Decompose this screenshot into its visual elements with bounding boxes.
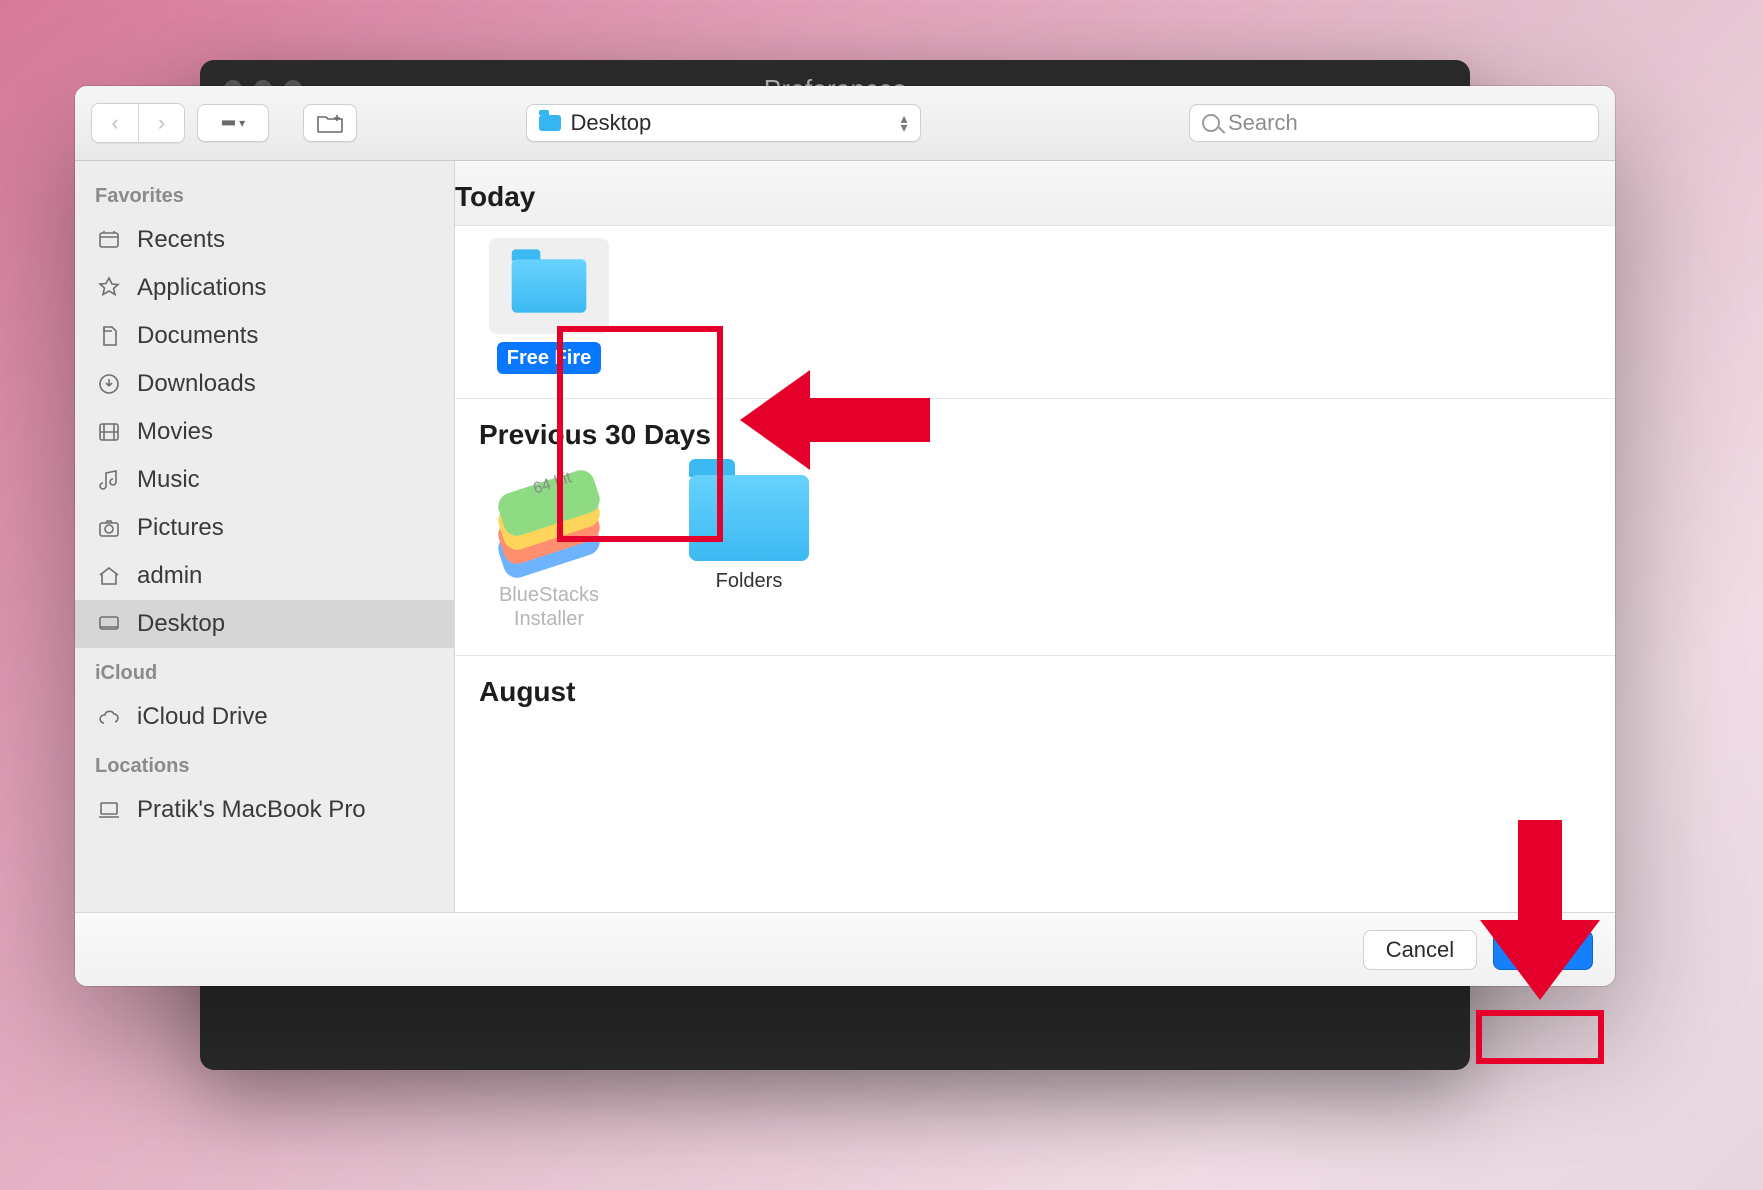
sidebar-item-label: Applications xyxy=(137,274,266,302)
sidebar-item-icloud-drive[interactable]: iCloud Drive xyxy=(75,693,454,741)
music-icon xyxy=(95,468,123,492)
item-free-fire[interactable]: Free Fire xyxy=(479,238,619,374)
chevron-right-icon: › xyxy=(158,110,165,136)
sidebar-item-admin[interactable]: admin xyxy=(75,552,454,600)
download-icon xyxy=(95,372,123,396)
home-icon xyxy=(95,564,123,588)
open-button[interactable]: Open xyxy=(1493,930,1593,970)
section-title: August xyxy=(479,656,1591,720)
sidebar-item-label: Documents xyxy=(137,322,258,350)
cancel-button[interactable]: Cancel xyxy=(1363,930,1477,970)
item-folders[interactable]: Folders xyxy=(679,475,819,631)
search-icon xyxy=(1202,114,1220,132)
item-label: BlueStacks Installer xyxy=(479,583,619,631)
apps-icon xyxy=(95,276,123,300)
new-folder-button[interactable] xyxy=(303,104,357,142)
sidebar-item-mbp[interactable]: Pratik's MacBook Pro xyxy=(75,786,454,834)
sidebar-item-label: Movies xyxy=(137,418,213,446)
sidebar-item-label: Recents xyxy=(137,226,225,254)
sidebar-item-label: Desktop xyxy=(137,610,225,638)
gallery: Today Free Fire Previous 30 Days xyxy=(455,161,1615,912)
sidebar-item-downloads[interactable]: Downloads xyxy=(75,360,454,408)
annotation-box-open xyxy=(1476,1010,1604,1064)
sidebar-item-documents[interactable]: Documents xyxy=(75,312,454,360)
sidebar-item-music[interactable]: Music xyxy=(75,456,454,504)
section-today: Today Free Fire xyxy=(455,161,1615,399)
nav-forward-button[interactable]: › xyxy=(138,104,184,142)
chevron-down-icon: ▾ xyxy=(239,116,245,130)
folder-plus-icon xyxy=(317,113,343,133)
path-popup[interactable]: Desktop ▴▾ xyxy=(526,104,921,142)
view-mode-button[interactable]: ▪▪▪ ▾ xyxy=(197,104,269,142)
sidebar-item-desktop[interactable]: Desktop xyxy=(75,600,454,648)
folder-icon xyxy=(489,238,609,334)
sidebar-item-applications[interactable]: Applications xyxy=(75,264,454,312)
item-bluestacks[interactable]: 64 bit BlueStacks Installer xyxy=(479,475,619,631)
desktop-icon xyxy=(95,612,123,636)
sidebar-group-locations: Locations xyxy=(75,741,454,786)
sidebar-item-label: Downloads xyxy=(137,370,256,398)
path-label: Desktop xyxy=(571,110,891,136)
camera-icon xyxy=(95,516,123,540)
bluestacks-icon: 64 bit xyxy=(489,475,609,575)
search-field[interactable]: Search xyxy=(1189,104,1599,142)
film-icon xyxy=(95,420,123,444)
sidebar-item-label: Music xyxy=(137,466,200,494)
sidebar: Favorites Recents Applications Documents… xyxy=(75,161,455,912)
folder-icon xyxy=(689,475,809,561)
sidebar-item-label: Pratik's MacBook Pro xyxy=(137,796,366,824)
documents-icon xyxy=(95,324,123,348)
sidebar-item-label: admin xyxy=(137,562,202,590)
sidebar-item-pictures[interactable]: Pictures xyxy=(75,504,454,552)
open-panel-footer: Cancel Open xyxy=(75,912,1615,986)
open-panel-toolbar: ‹ › ▪▪▪ ▾ Desktop ▴▾ Search xyxy=(75,86,1615,161)
sidebar-item-label: Pictures xyxy=(137,514,224,542)
section-title: Previous 30 Days xyxy=(479,399,1591,463)
sidebar-item-label: iCloud Drive xyxy=(137,703,268,731)
sidebar-item-movies[interactable]: Movies xyxy=(75,408,454,456)
laptop-icon xyxy=(95,798,123,822)
updown-icon: ▴▾ xyxy=(900,114,907,132)
item-label: Free Fire xyxy=(497,342,601,374)
cloud-icon xyxy=(95,705,123,729)
nav-back-button[interactable]: ‹ xyxy=(92,104,138,142)
open-panel: ‹ › ▪▪▪ ▾ Desktop ▴▾ Search xyxy=(75,86,1615,986)
clock-icon xyxy=(95,228,123,252)
section-august: August xyxy=(455,656,1615,744)
item-label: Folders xyxy=(716,569,783,593)
sidebar-group-icloud: iCloud xyxy=(75,648,454,693)
sidebar-item-recents[interactable]: Recents xyxy=(75,216,454,264)
section-title: Today xyxy=(455,161,1615,226)
search-placeholder: Search xyxy=(1228,110,1298,136)
icon-grid-icon: ▪▪▪ xyxy=(221,112,233,135)
section-prev30: Previous 30 Days 64 bit BlueStacks Insta… xyxy=(455,399,1615,656)
sidebar-group-favorites: Favorites xyxy=(75,171,454,216)
folder-icon xyxy=(539,115,561,131)
chevron-left-icon: ‹ xyxy=(111,110,118,136)
nav-back-forward: ‹ › xyxy=(91,103,185,143)
